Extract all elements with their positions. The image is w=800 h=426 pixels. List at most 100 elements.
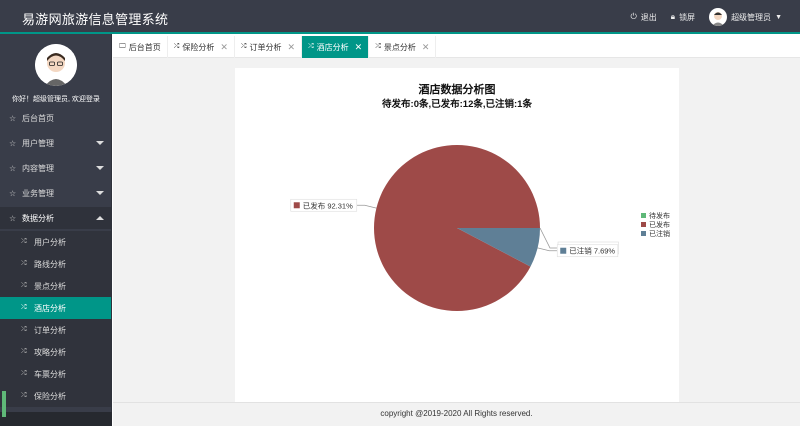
shuffle-icon: ⤮ [21, 392, 27, 399]
main-content: 酒店数据分析图 待发布:0条,已发布:12条,已注销:1条 待发布 0.00%已… [113, 58, 800, 402]
star-icon: ☆ [9, 188, 17, 198]
tab-bar: 🖵︎ 后台首页 ⤮ 保险分析 ✕ ⤮ 订单分析 ✕ ⤮ 酒店分析 ✕ ⤮ 景点分析 ✕ [113, 36, 800, 58]
sidebar: 你好！超级管理员, 欢迎登录 ☆ 后台首页 ☆ 用户管理 ☆ 内容管理 ☆ 业务管理 ☆… [0, 34, 112, 426]
tab-label: 订单分析 [249, 42, 282, 52]
sidebar-subitem-label: 订单分析 [34, 325, 66, 335]
profile-avatar-icon[interactable] [35, 44, 77, 86]
sidebar-item-label: 业务管理 [22, 188, 54, 198]
chart-subtitle: 待发布:0条,已发布:12条,已注销:1条 [382, 98, 532, 110]
legend-label[interactable]: 已发布 [649, 220, 670, 229]
lock-icon: 🔒︎ [670, 12, 676, 21]
user-menu[interactable]: 超级管理员 ▼ [709, 8, 782, 26]
shuffle-icon: ⤮ [21, 348, 27, 355]
user-name: 超级管理员 [731, 12, 772, 22]
shuffle-icon: ⤮ [308, 43, 314, 50]
pie-chart: 酒店数据分析图 待发布:0条,已发布:12条,已注销:1条 待发布 0.00%已… [290, 82, 670, 311]
sidebar-item-data-analysis[interactable]: ☆ 数据分析 [0, 207, 111, 229]
label-leader-line [539, 227, 558, 249]
power-icon: ⏻ [630, 12, 637, 21]
monitor-icon: 🖵︎ [119, 43, 126, 50]
welcome-text: 你好！超级管理员, 欢迎登录 [12, 96, 100, 103]
sidebar-item-content-management[interactable]: ☆ 内容管理 [0, 157, 111, 179]
chevron-up-icon [96, 216, 104, 220]
legend-swatch[interactable] [641, 222, 646, 227]
tab-home[interactable]: 🖵︎ 后台首页 [113, 36, 168, 58]
sidebar-subitem-label: 保险分析 [34, 391, 66, 401]
shuffle-icon: ⤮ [21, 304, 27, 311]
logout-label: 退出 [640, 12, 657, 22]
sidebar-subitem-ticket-analysis[interactable]: ⤮ 车票分析 [0, 363, 111, 385]
tab-label: 酒店分析 [316, 42, 349, 52]
sidebar-subitem-user-analysis[interactable]: ⤮ 用户分析 [0, 231, 111, 253]
tab-label: 保险分析 [182, 42, 215, 52]
close-icon[interactable]: ✕ [288, 42, 296, 53]
shuffle-icon: ⤮ [21, 282, 27, 289]
user-avatar-icon [709, 8, 728, 26]
chevron-down-icon [96, 141, 104, 145]
sidebar-subitem-guide-analysis[interactable]: ⤮ 攻略分析 [0, 341, 111, 363]
app-root: 易游网旅游信息管理系统 ⏻ 退出 🔒︎ 锁屏 超级管理员 ▼ 你好！超级管理员,… [0, 0, 800, 426]
sidebar-subitem-scenic-analysis[interactable]: ⤮ 景点分析 [0, 275, 111, 297]
sidebar-subitem-label: 路线分析 [34, 259, 66, 269]
logout-link[interactable]: ⏻ 退出 [630, 12, 656, 23]
chevron-down-icon [96, 191, 104, 195]
copyright-text: copyright @2019-2020 All Rights reserved… [380, 409, 533, 418]
chevron-down-icon [96, 166, 104, 170]
sidebar-item-user-management[interactable]: ☆ 用户管理 [0, 132, 111, 154]
top-nav: ⏻ 退出 🔒︎ 锁屏 超级管理员 ▼ [630, 0, 782, 34]
sidebar-subitem-order-analysis[interactable]: ⤮ 订单分析 [0, 319, 111, 341]
sidebar-profile: 你好！超级管理员, 欢迎登录 [0, 34, 111, 106]
chart-panel: 酒店数据分析图 待发布:0条,已发布:12条,已注销:1条 待发布 0.00%已… [235, 68, 679, 402]
caret-down-icon: ▼ [775, 13, 782, 21]
shuffle-icon: ⤮ [173, 43, 180, 50]
close-icon[interactable]: ✕ [220, 42, 228, 53]
label-swatch [560, 247, 567, 254]
sidebar-item-label: 用户管理 [22, 138, 54, 148]
label-swatch [293, 202, 300, 209]
tab-label: 景点分析 [383, 42, 416, 52]
legend-label[interactable]: 已注销 [649, 229, 670, 238]
lock-screen-link[interactable]: 🔒︎ 锁屏 [671, 12, 695, 23]
sidebar-subitem-insurance-analysis[interactable]: ⤮ 保险分析 [0, 385, 111, 407]
page-footer: copyright @2019-2020 All Rights reserved… [113, 402, 800, 426]
close-icon[interactable]: ✕ [422, 42, 430, 53]
tab-label: 后台首页 [128, 42, 161, 52]
sidebar-bottom-strip [0, 412, 112, 426]
legend-swatch[interactable] [641, 213, 646, 218]
app-brand: 易游网旅游信息管理系统 [22, 12, 169, 27]
shuffle-icon: ⤮ [21, 326, 27, 333]
slice-label: 已发布 92.31% [303, 200, 353, 210]
star-icon: ☆ [9, 213, 17, 223]
sidebar-subitem-label: 酒店分析 [34, 303, 66, 313]
shuffle-icon: ⤮ [240, 43, 247, 50]
sidebar-item-home[interactable]: ☆ 后台首页 [0, 107, 111, 129]
legend-swatch[interactable] [641, 231, 646, 236]
sidebar-item-business-management[interactable]: ☆ 业务管理 [0, 182, 111, 204]
legend-label[interactable]: 待发布 [649, 211, 670, 220]
shuffle-icon: ⤮ [21, 370, 27, 377]
close-icon[interactable]: ✕ [355, 42, 363, 53]
sidebar-subitem-label: 景点分析 [34, 281, 66, 291]
tab-scenic-analysis[interactable]: ⤮ 景点分析 ✕ [369, 36, 437, 58]
top-header: 易游网旅游信息管理系统 ⏻ 退出 🔒︎ 锁屏 超级管理员 ▼ [0, 0, 800, 34]
sidebar-item-label: 数据分析 [22, 213, 54, 223]
sidebar-subitem-route-analysis[interactable]: ⤮ 路线分析 [0, 253, 111, 275]
tab-hotel-analysis[interactable]: ⤮ 酒店分析 ✕ [302, 36, 370, 58]
tab-insurance-analysis[interactable]: ⤮ 保险分析 ✕ [168, 36, 235, 58]
status-indicator [2, 391, 6, 417]
chart-title: 酒店数据分析图 [419, 82, 496, 96]
sidebar-subitem-label: 用户分析 [34, 237, 66, 247]
sidebar-subitem-label: 攻略分析 [34, 347, 66, 357]
tab-order-analysis[interactable]: ⤮ 订单分析 ✕ [235, 36, 303, 58]
star-icon: ☆ [9, 163, 17, 173]
sidebar-subitem-label: 车票分析 [34, 369, 66, 379]
shuffle-icon: ⤮ [21, 260, 27, 267]
sidebar-item-label: 后台首页 [22, 113, 54, 123]
star-icon: ☆ [9, 138, 17, 148]
label-leader-line [356, 204, 377, 209]
shuffle-icon: ⤮ [375, 43, 381, 50]
sidebar-item-label: 内容管理 [22, 163, 54, 173]
lock-label: 锁屏 [679, 12, 696, 22]
slice-label: 已注销 7.69% [569, 246, 615, 256]
sidebar-subitem-hotel-analysis[interactable]: ⤮ 酒店分析 [0, 297, 111, 319]
